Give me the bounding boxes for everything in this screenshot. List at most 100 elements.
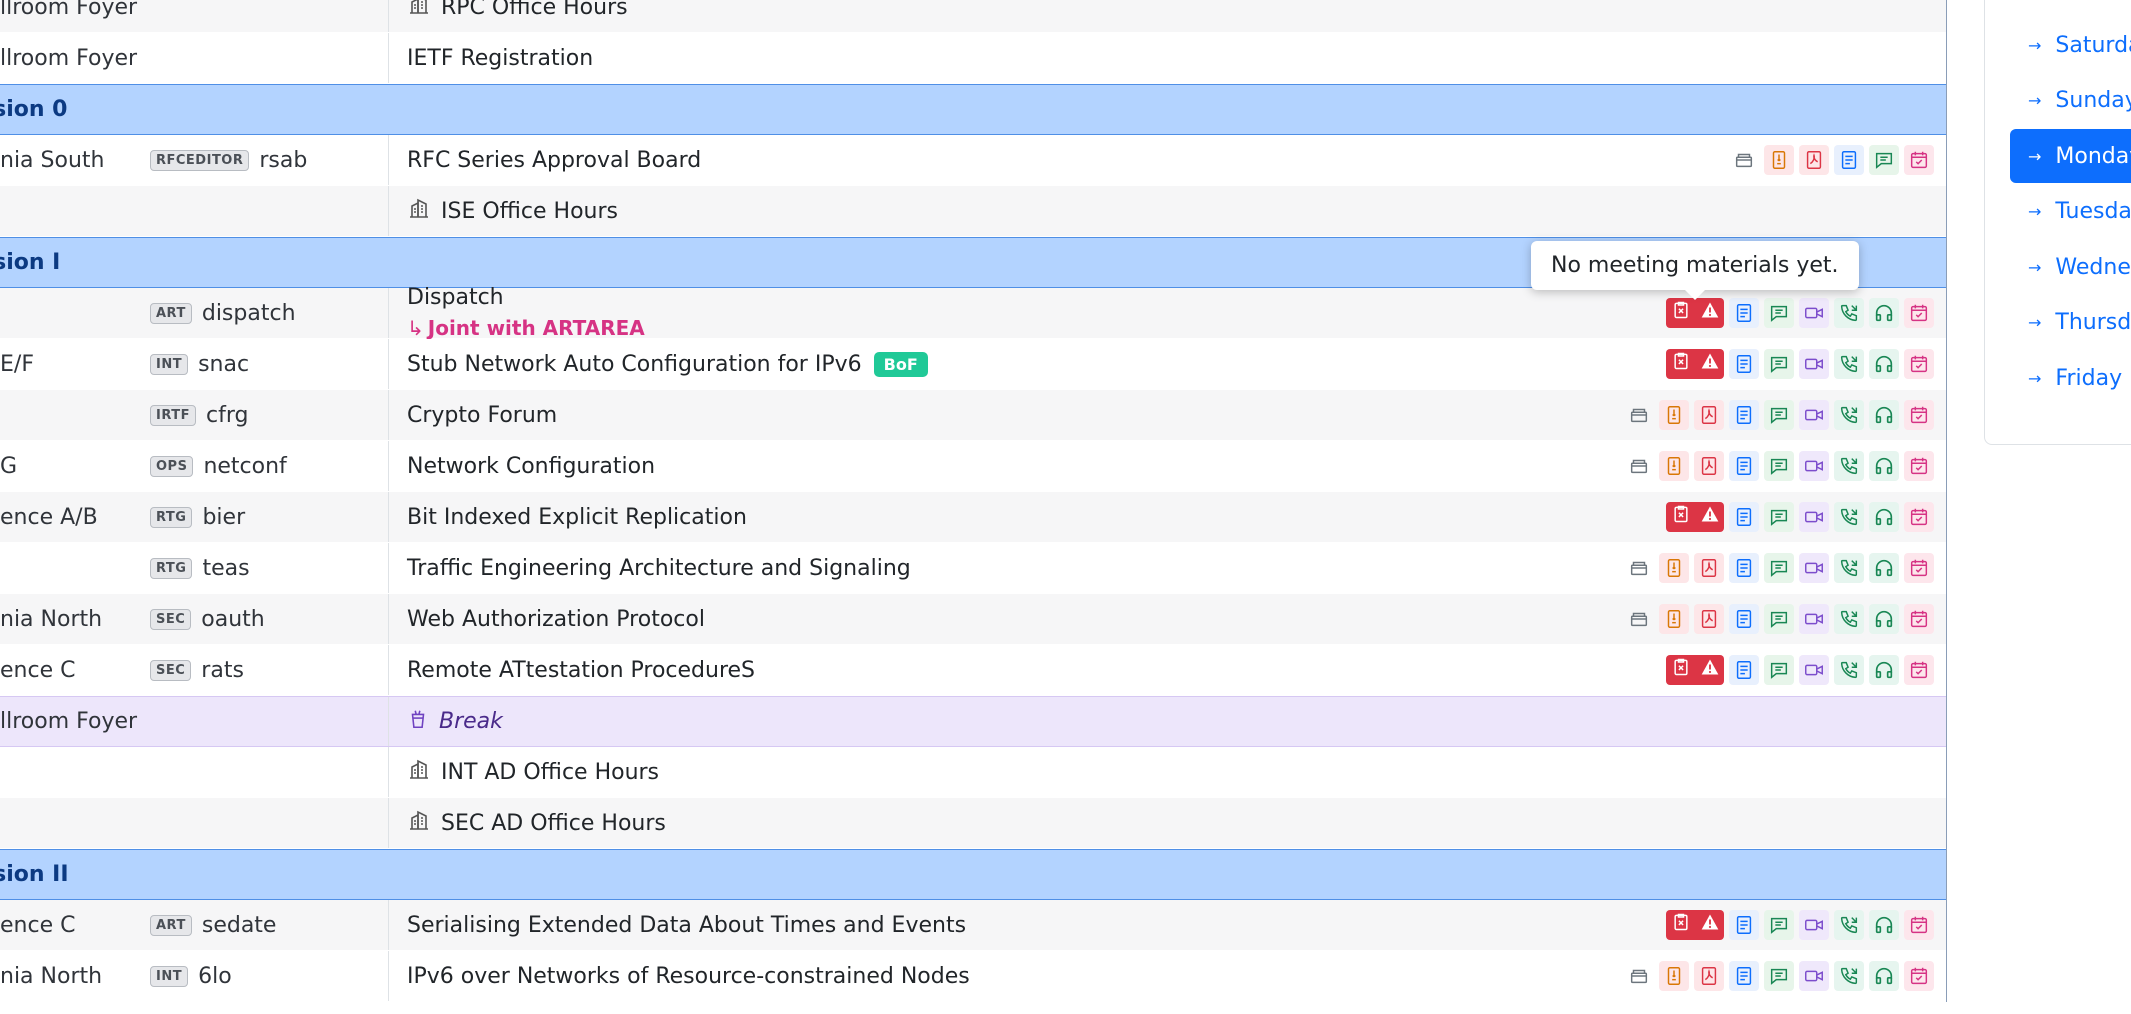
- no-materials-button[interactable]: [1666, 655, 1724, 685]
- phone-icon[interactable]: [1834, 604, 1864, 634]
- draft-icon[interactable]: [1659, 961, 1689, 991]
- cal-icon[interactable]: [1904, 298, 1934, 328]
- pdf-icon[interactable]: [1694, 451, 1724, 481]
- cal-icon[interactable]: [1904, 145, 1934, 175]
- audio-icon[interactable]: [1869, 502, 1899, 532]
- chat-icon[interactable]: [1764, 910, 1794, 940]
- nav-day-tuesday[interactable]: → Tuesday: [2010, 185, 2131, 239]
- pdf-icon[interactable]: [1694, 400, 1724, 430]
- tarball-icon[interactable]: [1624, 553, 1654, 583]
- phone-icon[interactable]: [1834, 298, 1864, 328]
- minutes-icon[interactable]: [1729, 910, 1759, 940]
- room-cell[interactable]: [0, 747, 148, 797]
- session-title[interactable]: Serialising Extended Data About Times an…: [407, 913, 966, 938]
- room-cell[interactable]: llroom Foyer: [0, 697, 148, 746]
- room-cell[interactable]: ence A/B: [0, 492, 148, 542]
- pdf-icon[interactable]: [1799, 145, 1829, 175]
- video-icon[interactable]: [1799, 502, 1829, 532]
- no-materials-button[interactable]: [1666, 910, 1724, 940]
- phone-icon[interactable]: [1834, 553, 1864, 583]
- session-title[interactable]: RFC Series Approval Board: [407, 148, 701, 173]
- phone-icon[interactable]: [1834, 502, 1864, 532]
- audio-icon[interactable]: [1869, 349, 1899, 379]
- audio-icon[interactable]: [1869, 961, 1899, 991]
- video-icon[interactable]: [1799, 400, 1829, 430]
- group-acronym[interactable]: bier: [202, 505, 245, 530]
- session-title[interactable]: RPC Office Hours: [441, 0, 628, 20]
- session-title[interactable]: Web Authorization Protocol: [407, 607, 705, 632]
- nav-day-thursday[interactable]: → Thursday: [2010, 296, 2131, 350]
- tarball-icon[interactable]: [1624, 604, 1654, 634]
- audio-icon[interactable]: [1869, 655, 1899, 685]
- room-cell[interactable]: llroom Foyer: [0, 0, 148, 32]
- audio-icon[interactable]: [1869, 298, 1899, 328]
- tarball-icon[interactable]: [1729, 145, 1759, 175]
- group-acronym[interactable]: oauth: [201, 607, 264, 632]
- phone-icon[interactable]: [1834, 451, 1864, 481]
- session-title[interactable]: Traffic Engineering Architecture and Sig…: [407, 556, 911, 581]
- chat-icon[interactable]: [1764, 604, 1794, 634]
- chat-icon[interactable]: [1764, 502, 1794, 532]
- cal-icon[interactable]: [1904, 400, 1934, 430]
- phone-icon[interactable]: [1834, 910, 1864, 940]
- chat-icon[interactable]: [1869, 145, 1899, 175]
- no-materials-button[interactable]: [1666, 502, 1724, 532]
- cal-icon[interactable]: [1904, 502, 1934, 532]
- minutes-icon[interactable]: [1729, 604, 1759, 634]
- audio-icon[interactable]: [1869, 400, 1899, 430]
- draft-icon[interactable]: [1659, 604, 1689, 634]
- video-icon[interactable]: [1799, 604, 1829, 634]
- session-title[interactable]: SEC AD Office Hours: [441, 811, 666, 836]
- chat-icon[interactable]: [1764, 655, 1794, 685]
- audio-icon[interactable]: [1869, 604, 1899, 634]
- chat-icon[interactable]: [1764, 400, 1794, 430]
- pdf-icon[interactable]: [1694, 604, 1724, 634]
- minutes-icon[interactable]: [1729, 502, 1759, 532]
- session-title[interactable]: ISE Office Hours: [441, 199, 618, 224]
- group-acronym[interactable]: teas: [202, 556, 249, 581]
- minutes-icon[interactable]: [1729, 298, 1759, 328]
- chat-icon[interactable]: [1764, 961, 1794, 991]
- audio-icon[interactable]: [1869, 451, 1899, 481]
- session-title[interactable]: Network Configuration: [407, 454, 655, 479]
- room-cell[interactable]: nia South: [0, 135, 148, 185]
- chat-icon[interactable]: [1764, 553, 1794, 583]
- session-title[interactable]: Remote ATtestation ProcedureS: [407, 658, 755, 683]
- group-acronym[interactable]: sedate: [202, 913, 277, 938]
- cal-icon[interactable]: [1904, 961, 1934, 991]
- draft-icon[interactable]: [1659, 553, 1689, 583]
- session-title[interactable]: Bit Indexed Explicit Replication: [407, 505, 747, 530]
- pdf-icon[interactable]: [1694, 961, 1724, 991]
- room-cell[interactable]: [0, 798, 148, 848]
- session-title[interactable]: Dispatch: [407, 283, 645, 313]
- tarball-icon[interactable]: [1624, 451, 1654, 481]
- draft-icon[interactable]: [1659, 451, 1689, 481]
- session-title[interactable]: IPv6 over Networks of Resource-constrain…: [407, 964, 970, 989]
- room-cell[interactable]: llroom Foyer: [0, 33, 148, 83]
- minutes-icon[interactable]: [1729, 400, 1759, 430]
- room-cell[interactable]: nia North: [0, 951, 148, 1001]
- no-materials-button[interactable]: [1666, 349, 1724, 379]
- group-acronym[interactable]: rsab: [259, 148, 307, 173]
- minutes-icon[interactable]: [1729, 655, 1759, 685]
- room-cell[interactable]: ence C: [0, 645, 148, 695]
- room-cell[interactable]: ence C: [0, 900, 148, 950]
- minutes-icon[interactable]: [1834, 145, 1864, 175]
- audio-icon[interactable]: [1869, 910, 1899, 940]
- nav-day-saturday[interactable]: → Saturday: [2010, 18, 2131, 72]
- draft-icon[interactable]: [1659, 400, 1689, 430]
- nav-day-sunday[interactable]: → Sunday: [2010, 74, 2131, 128]
- session-title[interactable]: Crypto Forum: [407, 403, 557, 428]
- draft-icon[interactable]: [1764, 145, 1794, 175]
- room-cell[interactable]: G: [0, 441, 148, 491]
- video-icon[interactable]: [1799, 910, 1829, 940]
- video-icon[interactable]: [1799, 298, 1829, 328]
- video-icon[interactable]: [1799, 655, 1829, 685]
- nav-day-friday[interactable]: → Friday: [2010, 351, 2131, 405]
- session-title[interactable]: INT AD Office Hours: [441, 760, 659, 785]
- cal-icon[interactable]: [1904, 655, 1934, 685]
- video-icon[interactable]: [1799, 349, 1829, 379]
- chat-icon[interactable]: [1764, 451, 1794, 481]
- group-acronym[interactable]: netconf: [203, 454, 286, 479]
- phone-icon[interactable]: [1834, 655, 1864, 685]
